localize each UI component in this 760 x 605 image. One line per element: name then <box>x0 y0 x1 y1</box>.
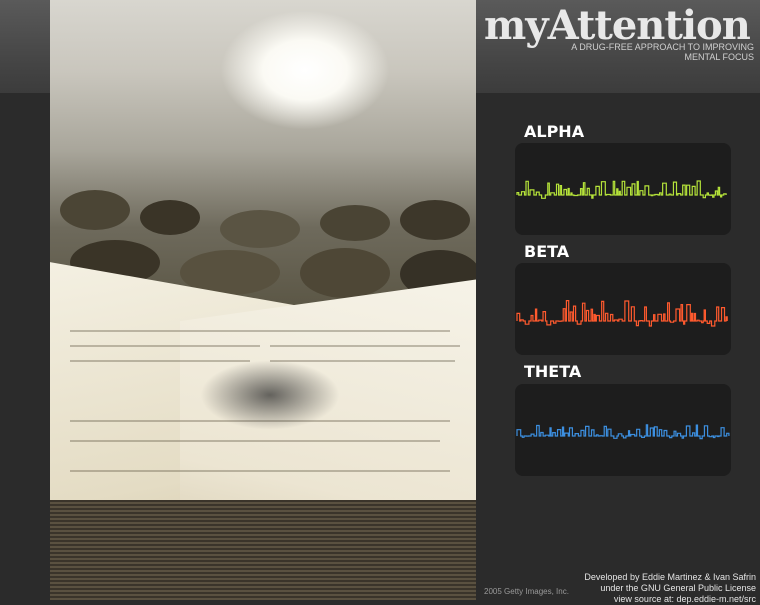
pebble <box>400 200 470 240</box>
alpha-waveform <box>516 180 727 199</box>
pebble <box>300 248 390 298</box>
book-text-line <box>70 470 450 472</box>
photo-credit: 2005 Getty Images, Inc. <box>484 587 569 596</box>
beta-waveform <box>516 299 728 327</box>
book-page-edges <box>50 500 476 600</box>
beta-title: BETA <box>524 242 570 261</box>
pebble <box>140 200 200 235</box>
pebble <box>220 210 300 248</box>
book-text-line <box>70 360 250 362</box>
theta-title: THETA <box>524 362 582 381</box>
alpha-title: ALPHA <box>524 122 585 141</box>
hero-photo <box>50 0 476 600</box>
book-text-line <box>70 440 440 442</box>
app-tagline: A DRUG-FREE APPROACH TO IMPROVING MENTAL… <box>571 42 754 62</box>
theta-wave-panel <box>515 384 731 476</box>
book-text-line <box>270 330 450 332</box>
book-text-line <box>270 345 460 347</box>
pebble <box>320 205 390 241</box>
theta-waveform <box>516 424 730 440</box>
pebble <box>60 190 130 230</box>
alpha-wave-panel <box>515 143 731 235</box>
book-shadow <box>200 360 340 430</box>
footer-license: under the GNU General Public License <box>600 583 756 593</box>
book-text-line <box>270 360 455 362</box>
sunlight-glare <box>220 10 390 130</box>
beta-wave-panel <box>515 263 731 355</box>
book-text-line <box>70 345 260 347</box>
footer-credits: Developed by Eddie Martinez & Ivan Safri… <box>584 572 756 605</box>
book-text-line <box>70 330 270 332</box>
footer-developers: Developed by Eddie Martinez & Ivan Safri… <box>584 572 756 582</box>
